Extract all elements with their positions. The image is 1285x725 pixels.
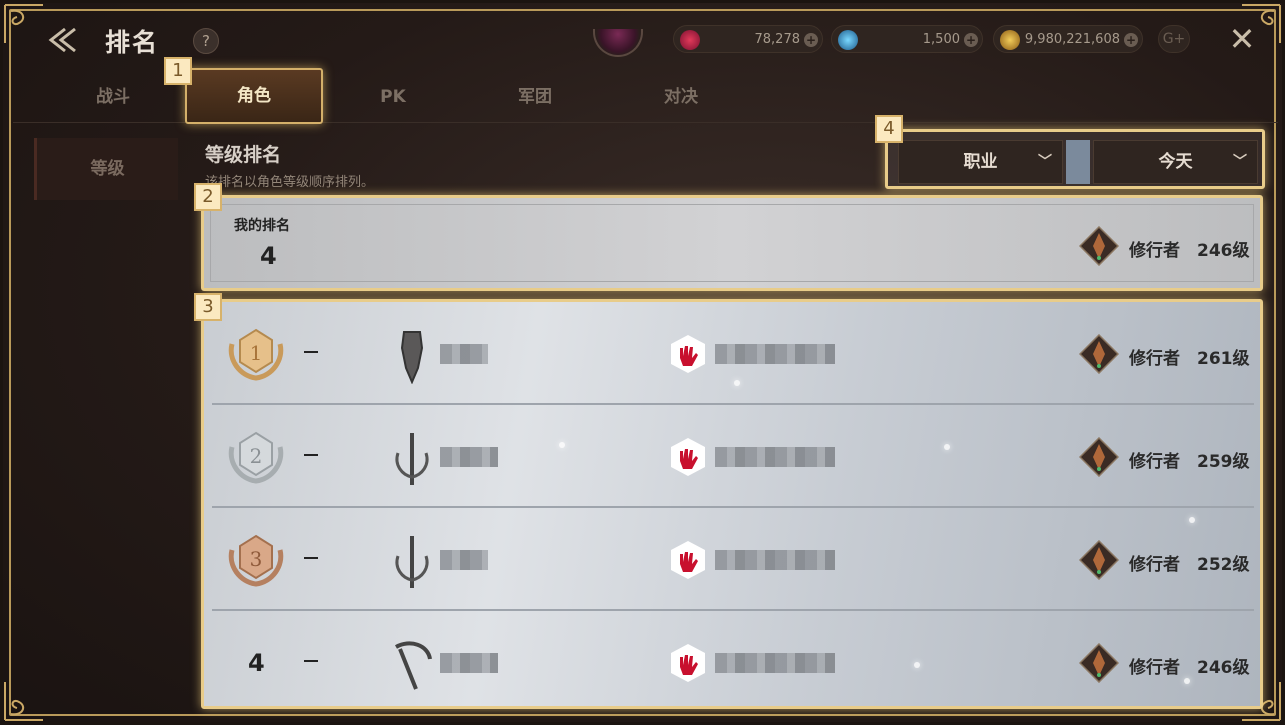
class-name: 修行者	[1129, 349, 1180, 369]
game-window: 排名 ? 78,278 + 1,500 + 9,980,221,608 + G+…	[0, 0, 1285, 725]
level: 246级	[1197, 658, 1250, 678]
class-icon	[1079, 437, 1119, 477]
silver-medal-icon: 2	[228, 431, 284, 484]
gold-currency: 9,980,221,608 +	[993, 25, 1143, 53]
time-filter-label: 今天	[1158, 152, 1193, 172]
ranking-list[interactable]: 1 修行者 261级 2 修行者 259级 3 修行者 252级 4 修行者 2…	[201, 299, 1263, 709]
sidebar-item-level[interactable]: 等级	[34, 138, 178, 200]
filter-group: 职业 ﹀ 今天 ﹀	[885, 129, 1265, 189]
guild-hand-icon	[671, 644, 705, 682]
my-class-name: 修行者	[1129, 241, 1180, 261]
add-ruby-button[interactable]: +	[804, 33, 818, 47]
rank-number: 4	[248, 649, 265, 677]
callout-1: 1	[164, 57, 192, 85]
job-filter-dropdown[interactable]: 职业 ﹀	[898, 140, 1063, 184]
player-name-blurred	[440, 653, 498, 673]
level: 261级	[1197, 349, 1250, 369]
level: 259级	[1197, 452, 1250, 472]
help-button[interactable]: ?	[193, 28, 219, 54]
guild-name-blurred	[715, 550, 835, 570]
gauntlet-class-icon	[400, 331, 424, 384]
tab-duel[interactable]: 对决	[641, 73, 721, 121]
avatar	[593, 29, 643, 57]
guild-hand-icon	[671, 541, 705, 579]
class-name: 修行者	[1129, 658, 1180, 678]
close-icon[interactable]: ✕	[1225, 23, 1259, 57]
diamond-amount: 1,500	[922, 32, 960, 47]
callout-3: 3	[194, 293, 222, 321]
my-level: 246级	[1197, 241, 1250, 261]
tab-legion[interactable]: 军团	[495, 73, 575, 121]
gold-amount: 9,980,221,608	[1024, 32, 1120, 47]
time-filter-dropdown[interactable]: 今天 ﹀	[1093, 140, 1258, 184]
rank-trend	[304, 660, 318, 662]
bronze-medal-icon: 3	[228, 534, 284, 587]
gold-medal-icon: 1	[228, 328, 284, 381]
add-gold-button[interactable]: +	[1124, 33, 1138, 47]
class-icon	[1079, 226, 1119, 266]
callout-4: 4	[875, 115, 903, 143]
divider	[1066, 140, 1090, 184]
sword-wreath-class-icon	[395, 433, 429, 485]
sword-wreath-class-icon	[395, 536, 429, 588]
tab-character[interactable]: 角色	[185, 68, 323, 124]
tab-pk[interactable]: PK	[353, 73, 433, 121]
ruby-icon	[680, 30, 700, 50]
class-name: 修行者	[1129, 452, 1180, 472]
chevron-down-icon: ﹀	[1038, 154, 1052, 170]
table-row[interactable]: 1 修行者 261级	[212, 302, 1254, 405]
guild-name-blurred	[715, 653, 835, 673]
guild-name-blurred	[715, 447, 835, 467]
table-row[interactable]: 3 修行者 252级	[212, 508, 1254, 611]
guild-hand-icon	[671, 438, 705, 476]
class-icon	[1079, 540, 1119, 580]
diamond-currency: 1,500 +	[831, 25, 983, 53]
add-diamond-button[interactable]: +	[964, 33, 978, 47]
svg-text:3: 3	[250, 547, 263, 571]
my-rank-label: 我的排名	[234, 218, 290, 234]
svg-text:1: 1	[250, 341, 263, 365]
tab-bar: 战斗 角色 PK 军团 对决	[13, 68, 1278, 124]
table-row[interactable]: 2 修行者 259级	[212, 405, 1254, 508]
page-title: 排名	[105, 28, 160, 57]
corner-ornament-icon	[4, 682, 43, 721]
guild-name-blurred	[715, 344, 835, 364]
back-arrow-icon[interactable]	[41, 25, 81, 55]
g-plus-button[interactable]: G+	[1158, 25, 1190, 53]
scythe-class-icon	[395, 641, 432, 690]
ruby-amount: 78,278	[754, 32, 801, 47]
rank-trend	[304, 557, 318, 559]
class-icon	[1079, 643, 1119, 683]
player-name-blurred	[440, 447, 498, 467]
ruby-currency: 78,278 +	[673, 25, 823, 53]
chevron-down-icon: ﹀	[1233, 154, 1247, 170]
my-rank-card: 我的排名 4 修行者 246级	[201, 195, 1263, 291]
class-icon	[1079, 334, 1119, 374]
svg-text:2: 2	[250, 444, 263, 468]
class-name: 修行者	[1129, 555, 1180, 575]
diamond-icon	[838, 30, 858, 50]
player-name-blurred	[440, 344, 488, 364]
gold-coin-icon	[1000, 30, 1020, 50]
my-rank-value: 4	[260, 242, 277, 270]
job-filter-label: 职业	[963, 152, 998, 172]
player-name-blurred	[440, 550, 488, 570]
table-row[interactable]: 4 修行者 246级	[212, 611, 1254, 706]
tab-battle[interactable]: 战斗	[73, 73, 153, 121]
guild-hand-icon	[671, 335, 705, 373]
section-description: 该排名以角色等级顺序排列。	[205, 175, 375, 190]
section-title: 等级排名	[205, 144, 282, 166]
rank-trend	[304, 351, 318, 353]
rank-trend	[304, 454, 318, 456]
level: 252级	[1197, 555, 1250, 575]
callout-2: 2	[194, 183, 222, 211]
